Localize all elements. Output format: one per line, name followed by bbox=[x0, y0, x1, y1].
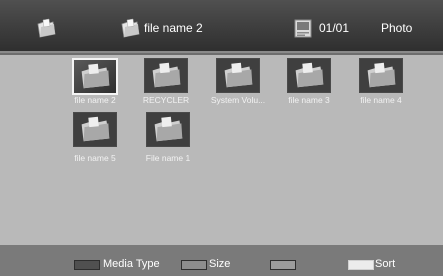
grid-item[interactable]: file name 5 bbox=[59, 112, 129, 170]
item-label: file name 2 bbox=[74, 95, 116, 105]
grid-item[interactable]: file name 4 bbox=[345, 55, 415, 113]
folder-thumbnail-icon bbox=[144, 58, 188, 93]
folder-thumbnail-icon bbox=[359, 58, 403, 93]
folder-thumbnail-icon bbox=[72, 58, 118, 95]
item-label: RECYCLER bbox=[142, 95, 190, 105]
item-label: File name 1 bbox=[145, 153, 191, 163]
item-label: file name 5 bbox=[74, 153, 116, 163]
color-key-sort[interactable] bbox=[348, 260, 374, 270]
page-counter: 01/01 bbox=[319, 21, 350, 35]
folder-thumbnail-icon bbox=[146, 112, 190, 147]
footer-bar: Media Type Size Sort bbox=[0, 245, 443, 276]
folder-thumbnail-icon bbox=[73, 112, 117, 147]
media-type-label: Media Type bbox=[103, 258, 160, 270]
color-key-media-type[interactable] bbox=[74, 260, 100, 270]
file-browser-screen: file name 2 01/01 Photo file name 2 RECY… bbox=[0, 0, 443, 276]
folder-thumbnail-icon bbox=[216, 58, 260, 93]
media-mode-label: Photo bbox=[381, 21, 413, 35]
current-folder-title: file name 2 bbox=[144, 21, 203, 35]
item-label: file name 4 bbox=[360, 95, 402, 105]
file-grid: file name 2 RECYCLER System Volu... file… bbox=[0, 55, 443, 245]
page-icon bbox=[294, 19, 312, 38]
sort-label: Sort bbox=[375, 258, 396, 270]
grid-item[interactable]: RECYCLER bbox=[130, 55, 200, 113]
item-label: System Volu... bbox=[210, 95, 266, 105]
size-label: Size bbox=[209, 258, 231, 270]
folder-icon bbox=[119, 17, 141, 39]
color-key-size[interactable] bbox=[181, 260, 207, 270]
item-label: file name 3 bbox=[288, 95, 330, 105]
folder-thumbnail-icon bbox=[287, 58, 331, 93]
color-key-blank[interactable] bbox=[270, 260, 296, 270]
grid-item[interactable]: file name 3 bbox=[273, 55, 343, 113]
grid-item[interactable]: System Volu... bbox=[202, 55, 272, 113]
grid-item[interactable]: File name 1 bbox=[132, 112, 202, 170]
header-bar: file name 2 01/01 Photo bbox=[0, 0, 443, 53]
folder-icon[interactable] bbox=[35, 17, 57, 39]
grid-item[interactable]: file name 2 bbox=[59, 55, 129, 113]
